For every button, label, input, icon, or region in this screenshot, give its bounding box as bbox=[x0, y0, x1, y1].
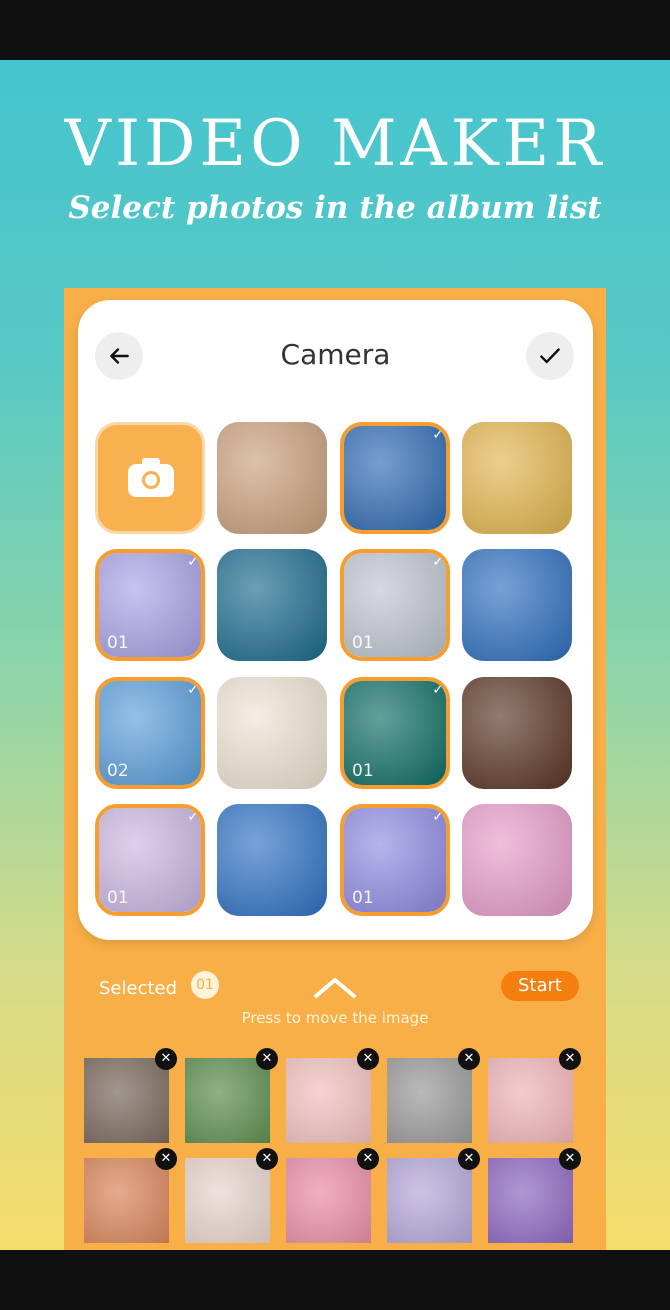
remove-icon[interactable]: ✕ bbox=[155, 1148, 177, 1170]
hint-text: Press to move the image bbox=[241, 1009, 429, 1027]
thumbnail-image bbox=[488, 1158, 573, 1243]
album-title: Camera bbox=[280, 338, 391, 371]
thumbnail-image bbox=[286, 1058, 371, 1143]
photo-thumbnail bbox=[344, 426, 446, 530]
camera-tile[interactable] bbox=[95, 422, 205, 534]
remove-icon[interactable]: ✕ bbox=[155, 1048, 177, 1070]
photo-tile[interactable] bbox=[217, 677, 327, 789]
photo-thumbnail bbox=[217, 804, 327, 916]
photo-tile[interactable]: ✓ 02 bbox=[95, 677, 205, 789]
photo-tile[interactable]: ✓ 01 bbox=[340, 804, 450, 916]
selected-thumbnail[interactable]: ✕ bbox=[387, 1148, 480, 1243]
thumbnail-image bbox=[185, 1158, 270, 1243]
thumbnail-image bbox=[185, 1058, 270, 1143]
photo-thumbnail bbox=[462, 677, 572, 789]
remove-icon[interactable]: ✕ bbox=[559, 1148, 581, 1170]
thumbnail-image bbox=[488, 1058, 573, 1143]
chevron-up-icon bbox=[314, 978, 356, 998]
selected-thumbnail[interactable]: ✕ bbox=[488, 1148, 581, 1243]
expand-button[interactable] bbox=[312, 976, 358, 1004]
photo-tile[interactable]: ✓ 01 bbox=[95, 549, 205, 661]
selected-thumbnail[interactable]: ✕ bbox=[387, 1048, 480, 1143]
selected-thumbnail[interactable]: ✕ bbox=[488, 1048, 581, 1143]
thumbnail-image bbox=[387, 1058, 472, 1143]
remove-icon[interactable]: ✕ bbox=[458, 1048, 480, 1070]
selection-number: 01 bbox=[107, 888, 129, 908]
selection-number: 01 bbox=[352, 633, 374, 653]
selection-number: 02 bbox=[107, 761, 129, 781]
album-card: Camera ✓ ✓ 01 ✓ 01 ✓ 02 ✓ 01 ✓ 01 ✓ 01 bbox=[78, 300, 593, 940]
remove-icon[interactable]: ✕ bbox=[357, 1148, 379, 1170]
navigation-bar bbox=[0, 1250, 670, 1310]
thumbnail-image bbox=[84, 1058, 169, 1143]
selection-number: 01 bbox=[107, 633, 129, 653]
thumbnail-image bbox=[84, 1158, 169, 1243]
photo-tile[interactable] bbox=[462, 804, 572, 916]
photo-tile[interactable] bbox=[462, 549, 572, 661]
selected-thumbnail[interactable]: ✕ bbox=[286, 1148, 379, 1243]
photo-thumbnail bbox=[217, 549, 327, 661]
selected-thumbnail[interactable]: ✕ bbox=[84, 1148, 177, 1243]
thumbnail-image bbox=[387, 1158, 472, 1243]
selected-label: Selected bbox=[99, 978, 178, 999]
photo-grid: ✓ ✓ 01 ✓ 01 ✓ 02 ✓ 01 ✓ 01 ✓ 01 bbox=[95, 422, 575, 917]
photo-thumbnail bbox=[462, 549, 572, 661]
photo-tile[interactable] bbox=[217, 804, 327, 916]
photo-thumbnail bbox=[217, 677, 327, 789]
remove-icon[interactable]: ✕ bbox=[559, 1048, 581, 1070]
check-icon: ✓ bbox=[432, 554, 444, 570]
check-icon bbox=[540, 348, 560, 364]
check-icon: ✓ bbox=[187, 809, 199, 825]
photo-thumbnail bbox=[462, 804, 572, 916]
check-icon: ✓ bbox=[432, 682, 444, 698]
selected-count-badge: 01 bbox=[191, 971, 219, 999]
photo-tile[interactable]: ✓ 01 bbox=[340, 549, 450, 661]
photo-tile[interactable]: ✓ 01 bbox=[95, 804, 205, 916]
remove-icon[interactable]: ✕ bbox=[256, 1148, 278, 1170]
check-icon: ✓ bbox=[187, 554, 199, 570]
start-button[interactable]: Start bbox=[501, 971, 579, 1001]
status-bar bbox=[0, 0, 670, 60]
remove-icon[interactable]: ✕ bbox=[256, 1048, 278, 1070]
remove-icon[interactable]: ✕ bbox=[458, 1148, 480, 1170]
photo-thumbnail bbox=[217, 422, 327, 534]
selection-number: 01 bbox=[352, 888, 374, 908]
photo-thumbnail bbox=[462, 422, 572, 534]
camera-icon bbox=[126, 455, 176, 503]
check-icon: ✓ bbox=[432, 809, 444, 825]
selected-thumbnail[interactable]: ✕ bbox=[286, 1048, 379, 1143]
selected-thumbnail[interactable]: ✕ bbox=[185, 1148, 278, 1243]
photo-tile[interactable]: ✓ 01 bbox=[340, 677, 450, 789]
thumbnail-image bbox=[286, 1158, 371, 1243]
hero-title: VIDEO MAKER bbox=[64, 107, 606, 181]
photo-tile[interactable] bbox=[217, 422, 327, 534]
remove-icon[interactable]: ✕ bbox=[357, 1048, 379, 1070]
selected-thumbnail[interactable]: ✕ bbox=[84, 1048, 177, 1143]
photo-tile[interactable] bbox=[462, 677, 572, 789]
selection-number: 01 bbox=[352, 761, 374, 781]
photo-tile[interactable] bbox=[217, 549, 327, 661]
app-screen: Camera ✓ ✓ 01 ✓ 01 ✓ 02 ✓ 01 ✓ 01 ✓ 01 Selected 01 P… bbox=[64, 288, 606, 1250]
check-icon: ✓ bbox=[432, 427, 444, 443]
check-icon: ✓ bbox=[187, 682, 199, 698]
selected-thumbnail[interactable]: ✕ bbox=[185, 1048, 278, 1143]
photo-tile[interactable] bbox=[462, 422, 572, 534]
hero-subtitle: Select photos in the album list bbox=[68, 190, 602, 226]
confirm-button[interactable] bbox=[526, 332, 574, 380]
photo-tile[interactable]: ✓ bbox=[340, 422, 450, 534]
